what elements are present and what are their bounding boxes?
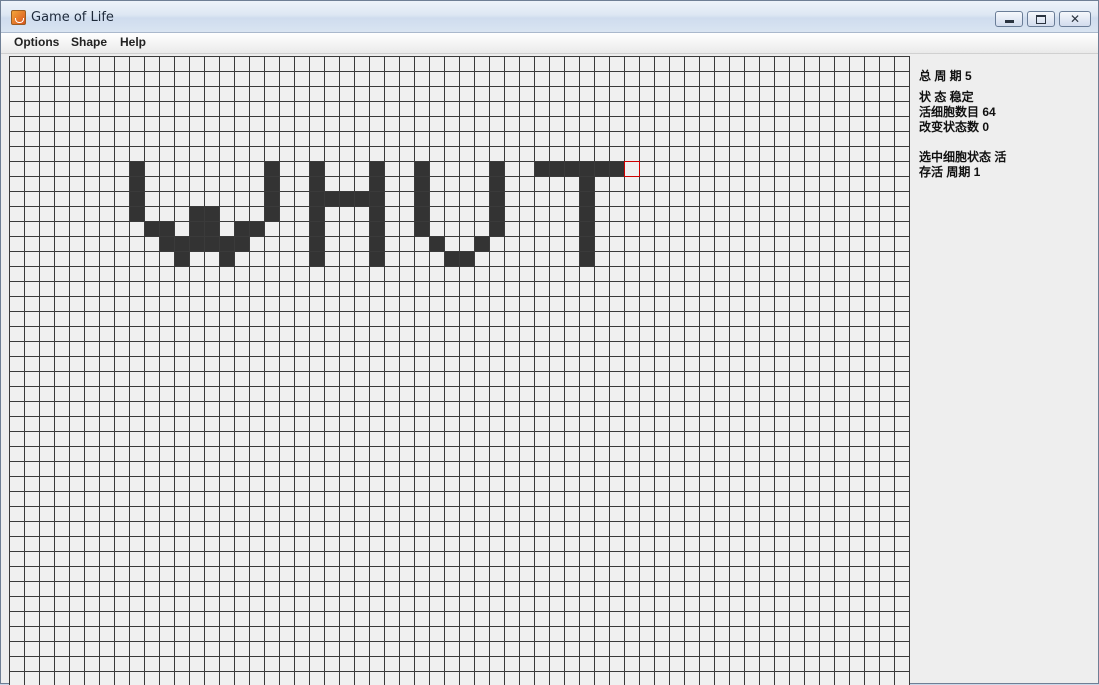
live-cell[interactable] — [159, 221, 174, 236]
minimize-icon — [1004, 19, 1014, 23]
live-cell[interactable] — [339, 191, 354, 206]
live-cell[interactable] — [324, 191, 339, 206]
live-cell[interactable] — [564, 161, 579, 176]
changed-cells-label: 改变状态数 0 — [919, 120, 990, 134]
live-cell[interactable] — [129, 176, 144, 191]
close-button[interactable]: ✕ — [1059, 11, 1091, 27]
life-grid[interactable] — [9, 56, 910, 685]
live-cell[interactable] — [414, 191, 429, 206]
live-cell[interactable] — [579, 206, 594, 221]
live-cell[interactable] — [414, 221, 429, 236]
live-cell[interactable] — [489, 176, 504, 191]
live-cell[interactable] — [609, 161, 624, 176]
live-cell[interactable] — [234, 221, 249, 236]
live-cell[interactable] — [189, 221, 204, 236]
live-cell[interactable] — [309, 236, 324, 251]
total-generations-label: 总 周 期 5 — [919, 69, 972, 83]
live-cell[interactable] — [204, 221, 219, 236]
live-cell[interactable] — [579, 191, 594, 206]
survive-period-label: 存活 周期 1 — [919, 165, 981, 179]
java-app-icon — [11, 10, 26, 25]
live-cell[interactable] — [369, 176, 384, 191]
live-cell[interactable] — [489, 191, 504, 206]
live-cell[interactable] — [549, 161, 564, 176]
menu-shape[interactable]: Shape — [71, 35, 107, 49]
live-cell[interactable] — [264, 176, 279, 191]
live-cell[interactable] — [489, 206, 504, 221]
live-cell[interactable] — [414, 161, 429, 176]
live-cell[interactable] — [459, 251, 474, 266]
live-cell[interactable] — [369, 236, 384, 251]
live-cell[interactable] — [264, 161, 279, 176]
live-cell[interactable] — [594, 161, 609, 176]
live-cell[interactable] — [129, 161, 144, 176]
live-cell[interactable] — [489, 221, 504, 236]
live-cell[interactable] — [264, 191, 279, 206]
live-cell[interactable] — [414, 176, 429, 191]
live-cell[interactable] — [309, 176, 324, 191]
live-cell[interactable] — [579, 176, 594, 191]
live-cell[interactable] — [369, 191, 384, 206]
live-cell[interactable] — [309, 221, 324, 236]
live-cell[interactable] — [414, 206, 429, 221]
live-cell[interactable] — [369, 251, 384, 266]
live-cell[interactable] — [354, 191, 369, 206]
live-cell[interactable] — [429, 236, 444, 251]
live-cell[interactable] — [249, 221, 264, 236]
live-cell[interactable] — [579, 161, 594, 176]
live-cell[interactable] — [489, 161, 504, 176]
live-cell[interactable] — [534, 161, 549, 176]
live-cell[interactable] — [219, 236, 234, 251]
close-icon: ✕ — [1069, 12, 1081, 26]
live-cell[interactable] — [174, 236, 189, 251]
live-cell[interactable] — [309, 206, 324, 221]
minimize-button[interactable] — [995, 11, 1023, 27]
live-cell[interactable] — [309, 191, 324, 206]
live-cell[interactable] — [444, 251, 459, 266]
live-cell[interactable] — [309, 161, 324, 176]
live-cell[interactable] — [204, 236, 219, 251]
app-window: Game of Life ✕ Options Shape Help 总 周 期 … — [0, 0, 1099, 685]
live-cell[interactable] — [219, 251, 234, 266]
maximize-icon — [1036, 14, 1046, 24]
menu-help[interactable]: Help — [120, 35, 146, 49]
menu-bar: Options Shape Help — [1, 33, 1098, 54]
live-cell[interactable] — [579, 221, 594, 236]
window-title: Game of Life — [31, 10, 114, 25]
live-cell[interactable] — [264, 206, 279, 221]
menu-options[interactable]: Options — [14, 35, 59, 49]
live-cell[interactable] — [189, 206, 204, 221]
live-cell[interactable] — [369, 206, 384, 221]
live-cell[interactable] — [159, 236, 174, 251]
live-cell[interactable] — [129, 206, 144, 221]
live-cell[interactable] — [234, 236, 249, 251]
live-cell[interactable] — [579, 236, 594, 251]
live-cell[interactable] — [174, 251, 189, 266]
maximize-button[interactable] — [1027, 11, 1055, 27]
live-cell[interactable] — [189, 236, 204, 251]
live-cell[interactable] — [309, 251, 324, 266]
live-cell[interactable] — [369, 161, 384, 176]
live-cell[interactable] — [579, 251, 594, 266]
live-cell[interactable] — [204, 206, 219, 221]
live-cell[interactable] — [474, 236, 489, 251]
live-cell[interactable] — [129, 191, 144, 206]
live-cell[interactable] — [144, 221, 159, 236]
title-bar[interactable]: Game of Life ✕ — [1, 1, 1098, 33]
cell-grid-canvas[interactable] — [9, 56, 910, 685]
live-cell[interactable] — [369, 221, 384, 236]
